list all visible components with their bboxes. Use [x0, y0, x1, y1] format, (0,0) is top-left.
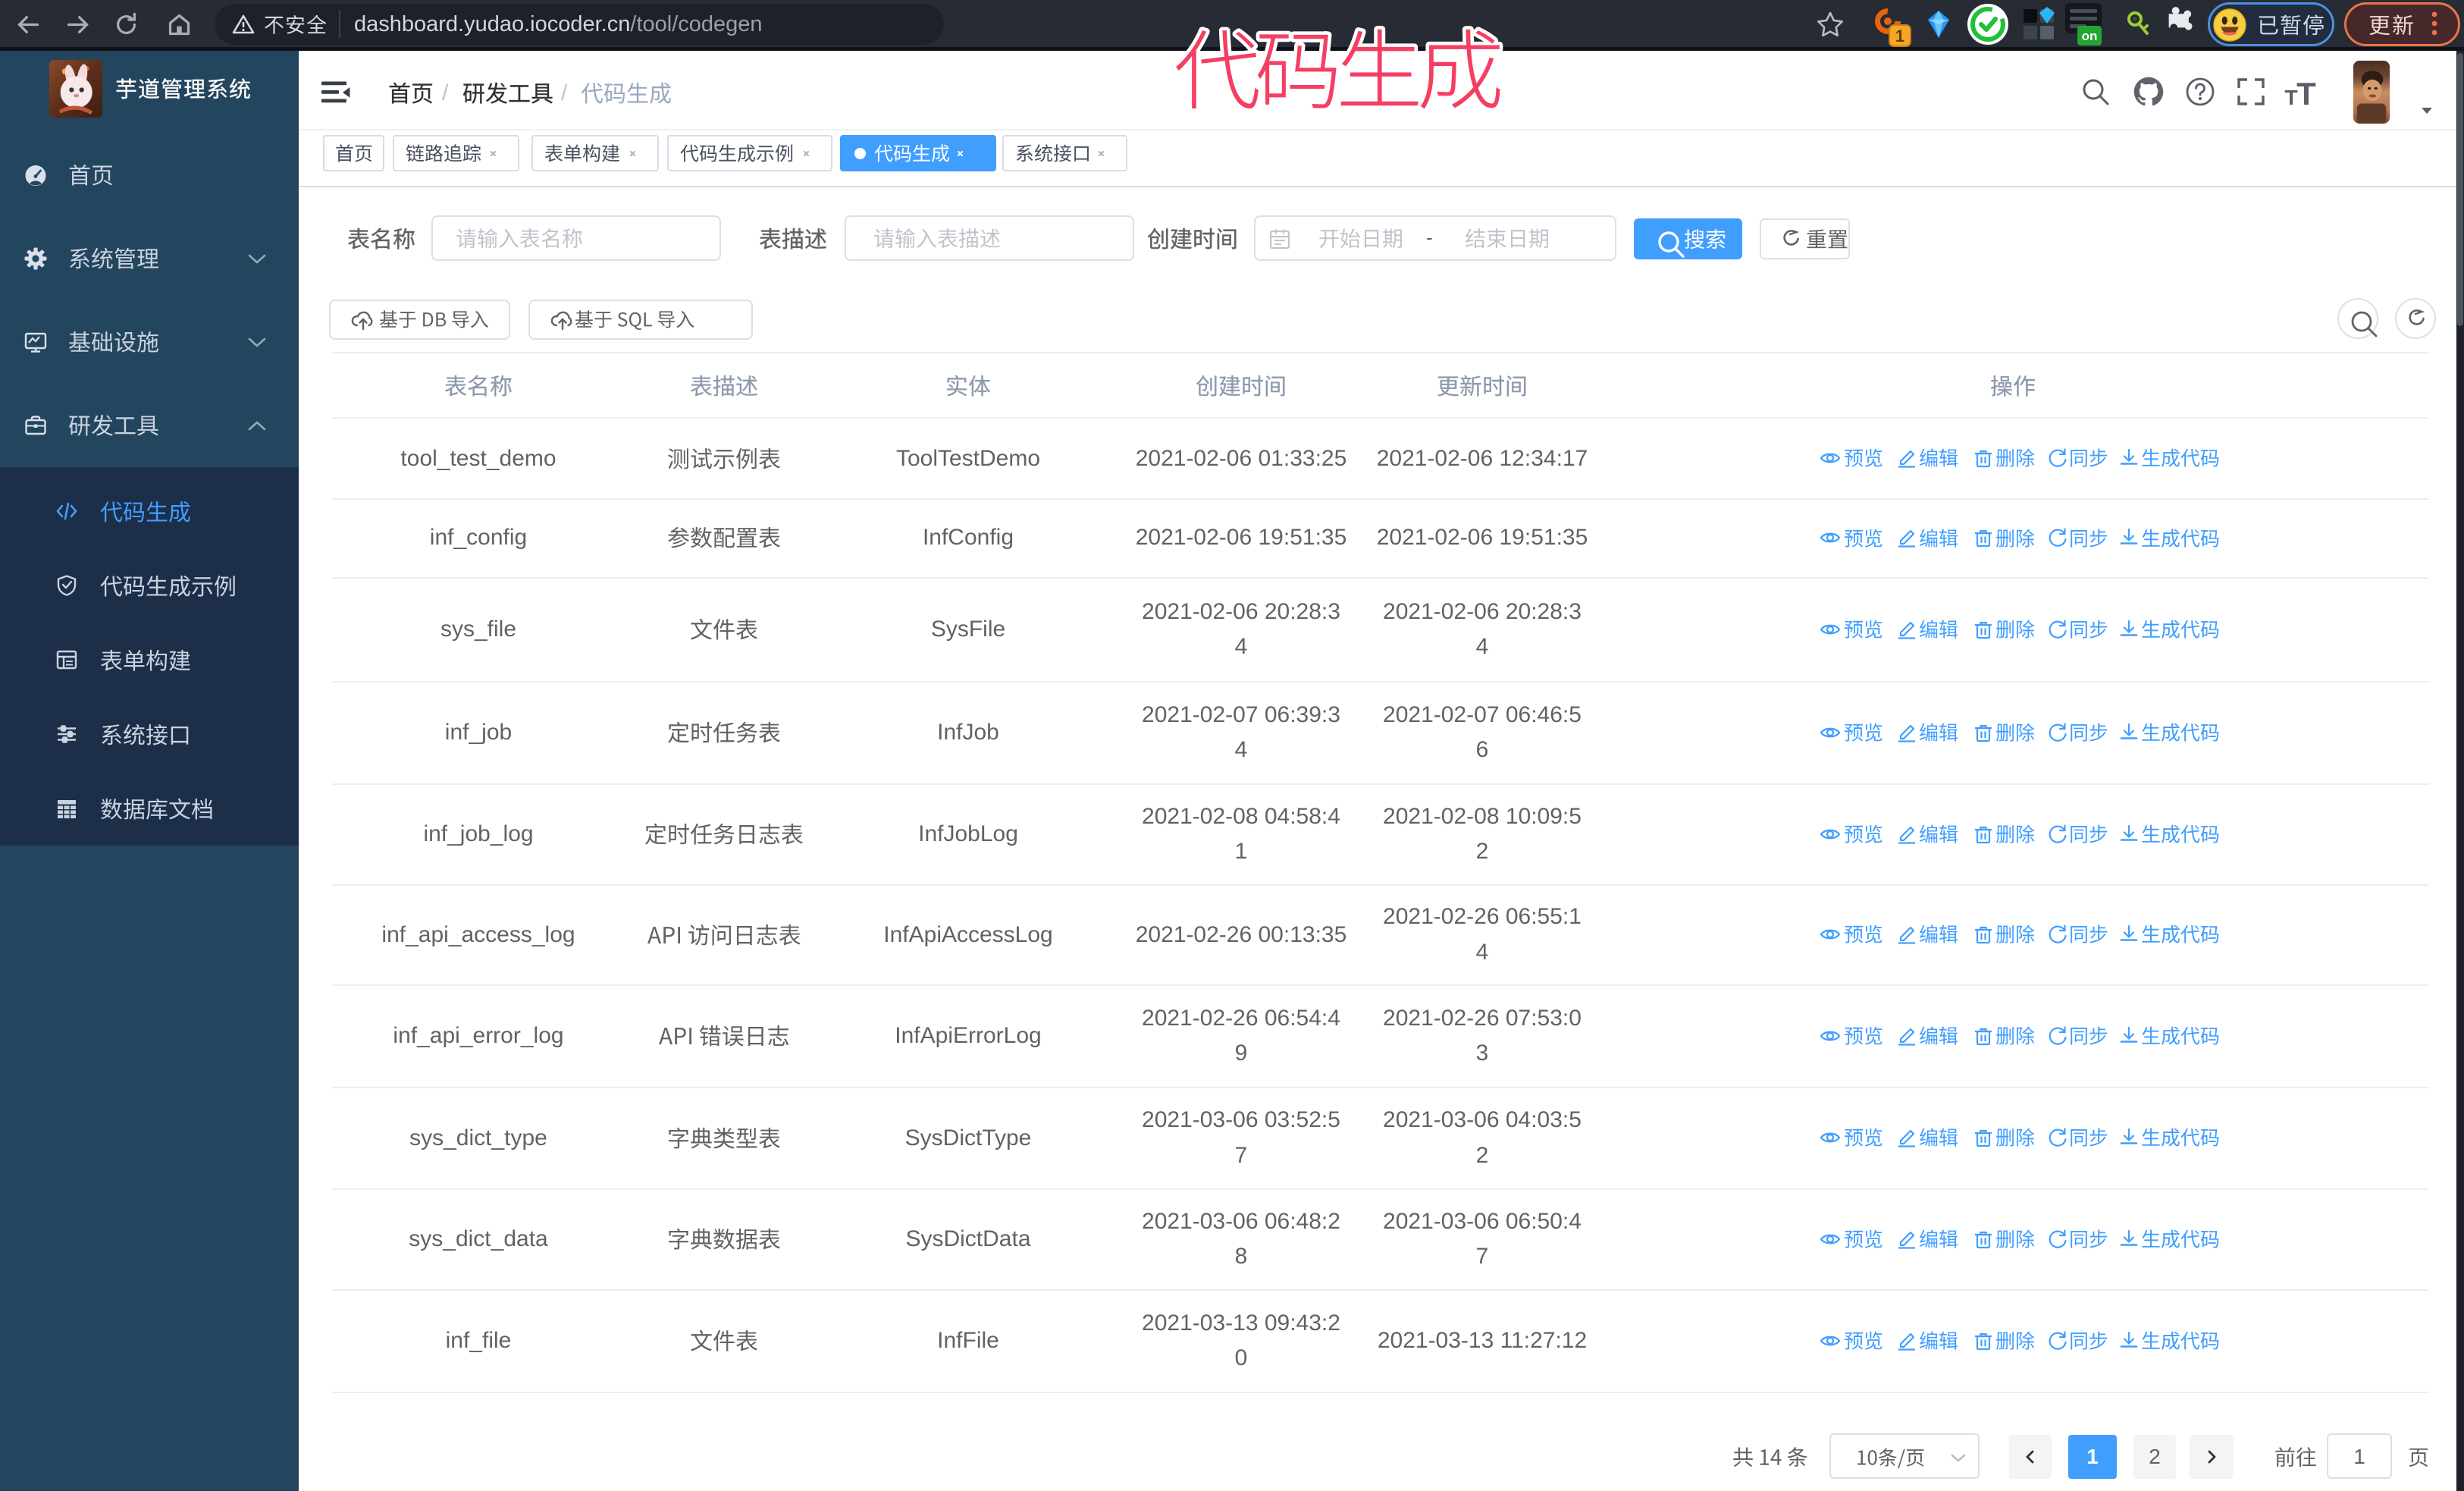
- svg-text:T: T: [2296, 76, 2316, 111]
- svg-text:T: T: [2284, 86, 2297, 109]
- svg-text:1: 1: [1895, 27, 1904, 46]
- svg-text:on: on: [2082, 29, 2098, 43]
